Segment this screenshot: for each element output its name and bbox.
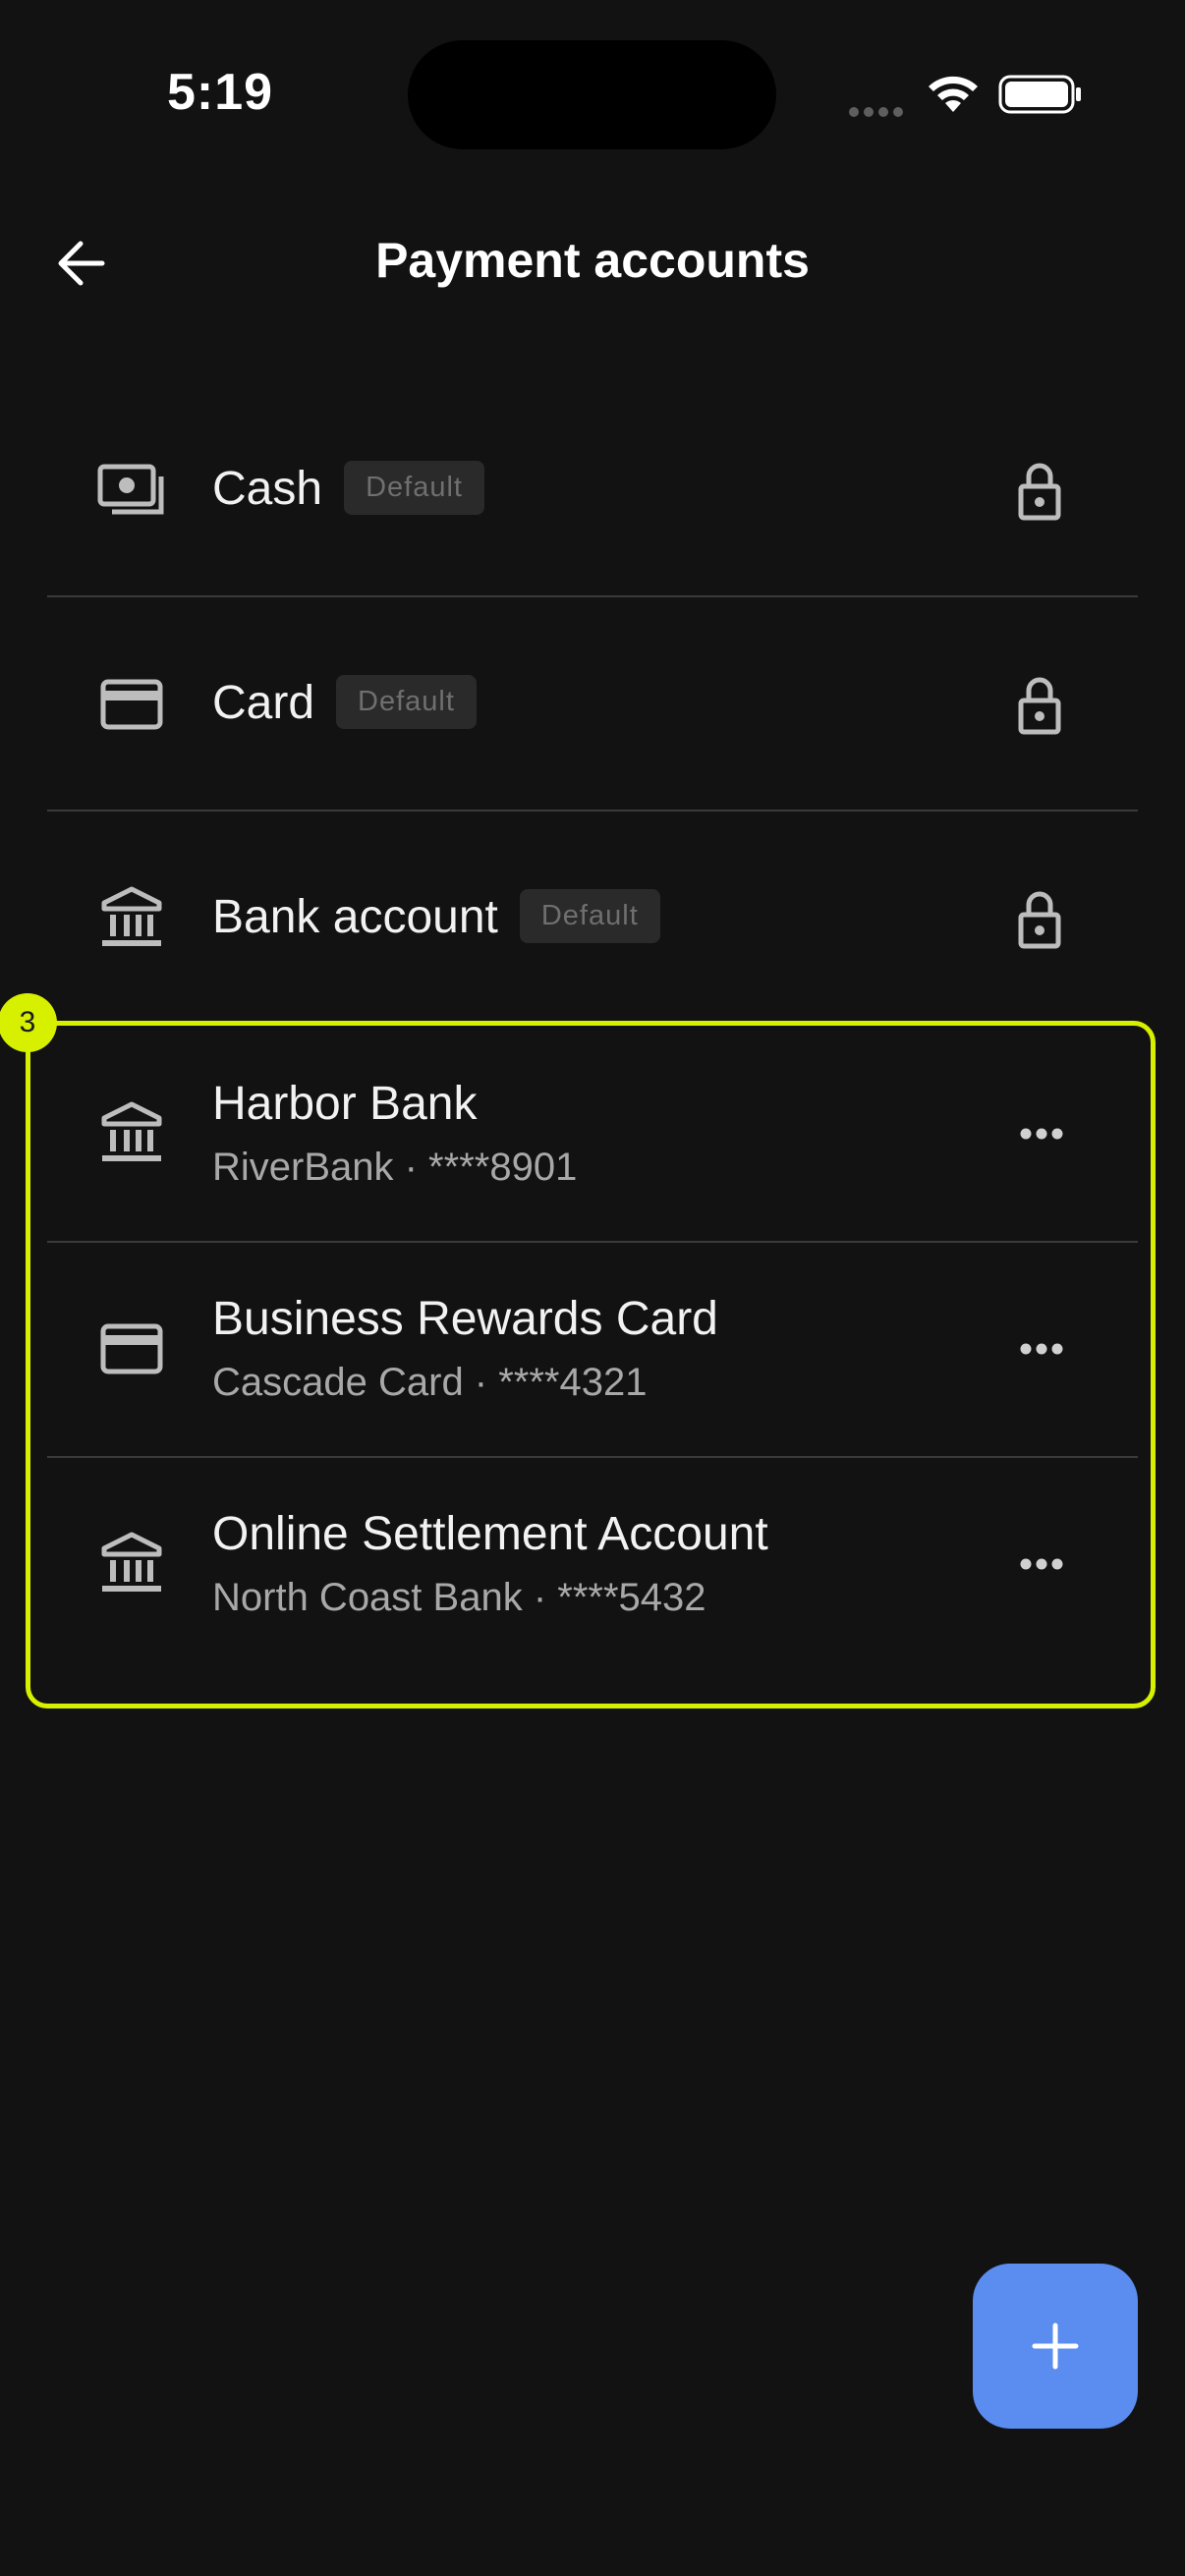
- battery-icon: [998, 73, 1083, 116]
- wifi-icon: [926, 73, 981, 116]
- default-badge: Default: [519, 888, 660, 943]
- default-badge: Default: [336, 674, 477, 729]
- lock-icon: [1010, 459, 1069, 522]
- account-title: Card: [212, 677, 315, 729]
- default-badge: Default: [344, 460, 484, 515]
- page-title: Payment accounts: [375, 233, 810, 288]
- account-row-bank[interactable]: Bank account Default: [47, 812, 1138, 1026]
- lock-icon: [1010, 673, 1069, 736]
- plus-icon: [1032, 2323, 1079, 2370]
- lock-icon: [1010, 887, 1069, 950]
- account-row-cash[interactable]: Cash Default: [47, 383, 1138, 597]
- highlight-box: [26, 1021, 1156, 1708]
- account-title: Cash: [212, 463, 323, 515]
- cellular-signal-icon: [849, 104, 908, 117]
- account-title: Bank account: [212, 891, 498, 943]
- cash-icon: [96, 455, 167, 526]
- bank-icon: [96, 883, 167, 954]
- add-account-button[interactable]: [973, 2264, 1138, 2429]
- highlight-badge: 3: [0, 993, 57, 1052]
- status-time: 5:19: [167, 64, 274, 121]
- account-row-card[interactable]: Card Default: [47, 597, 1138, 812]
- credit-card-icon: [96, 669, 167, 740]
- dynamic-island: [408, 40, 776, 149]
